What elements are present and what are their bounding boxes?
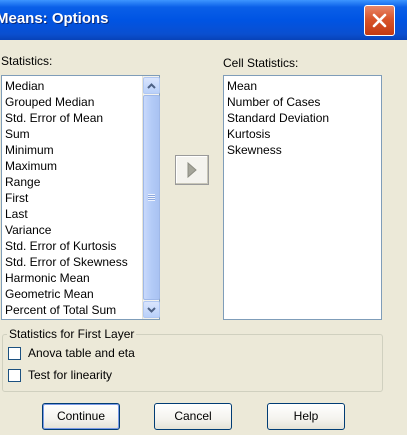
statistics-listbox[interactable]: Median Grouped Median Std. Error of Mean…	[1, 75, 160, 320]
list-item[interactable]: Mean	[226, 78, 381, 94]
close-button[interactable]	[364, 5, 395, 36]
anova-checkbox[interactable]	[8, 347, 21, 360]
list-item[interactable]: Geometric Mean	[4, 286, 141, 302]
list-item[interactable]: Skewness	[226, 142, 381, 158]
title-bar[interactable]: Means: Options	[0, 0, 407, 40]
scroll-up-button[interactable]	[143, 77, 160, 94]
list-item[interactable]: Std. Error of Kurtosis	[4, 238, 141, 254]
list-item[interactable]: Number of Cases	[226, 94, 381, 110]
list-item[interactable]: Variance	[4, 222, 141, 238]
list-item[interactable]: First	[4, 190, 141, 206]
list-item[interactable]: Kurtosis	[226, 126, 381, 142]
list-item[interactable]: Harmonic Mean	[4, 270, 141, 286]
list-item[interactable]: Std. Error of Mean	[4, 110, 141, 126]
anova-label[interactable]: Anova table and eta	[28, 346, 135, 360]
window-title: Means: Options	[0, 10, 109, 27]
scroll-thumb[interactable]	[143, 95, 160, 300]
cell-statistics-label: Cell Statistics:	[223, 56, 299, 70]
chevron-up-icon	[147, 82, 156, 89]
scroll-down-button[interactable]	[143, 301, 160, 318]
list-item[interactable]: Percent of Total Sum	[4, 302, 141, 318]
right-arrow-icon	[187, 162, 197, 178]
cell-statistics-listbox[interactable]: Mean Number of Cases Standard Deviation …	[223, 75, 382, 320]
list-item[interactable]: Grouped Median	[4, 94, 141, 110]
list-item[interactable]: Maximum	[4, 158, 141, 174]
chevron-down-icon	[147, 306, 156, 313]
first-layer-group: Statistics for First Layer	[2, 327, 383, 392]
list-item[interactable]: Sum	[4, 126, 141, 142]
linearity-checkbox[interactable]	[8, 369, 21, 382]
statistics-label: Statistics:	[1, 54, 53, 68]
cancel-button[interactable]: Cancel	[154, 403, 232, 430]
list-item[interactable]: Minimum	[4, 142, 141, 158]
first-layer-legend: Statistics for First Layer	[7, 327, 137, 341]
linearity-label[interactable]: Test for linearity	[28, 368, 112, 382]
list-item[interactable]: Median	[4, 78, 141, 94]
help-button[interactable]: Help	[267, 403, 345, 430]
close-icon	[372, 13, 387, 28]
grip-icon	[148, 194, 155, 201]
list-item[interactable]: Last	[4, 206, 141, 222]
statistics-scrollbar[interactable]	[142, 76, 160, 319]
list-item[interactable]: Std. Error of Skewness	[4, 254, 141, 270]
continue-button[interactable]: Continue	[42, 403, 120, 430]
list-item[interactable]: Range	[4, 174, 141, 190]
move-to-cell-statistics-button[interactable]	[175, 155, 209, 185]
list-item[interactable]: Standard Deviation	[226, 110, 381, 126]
